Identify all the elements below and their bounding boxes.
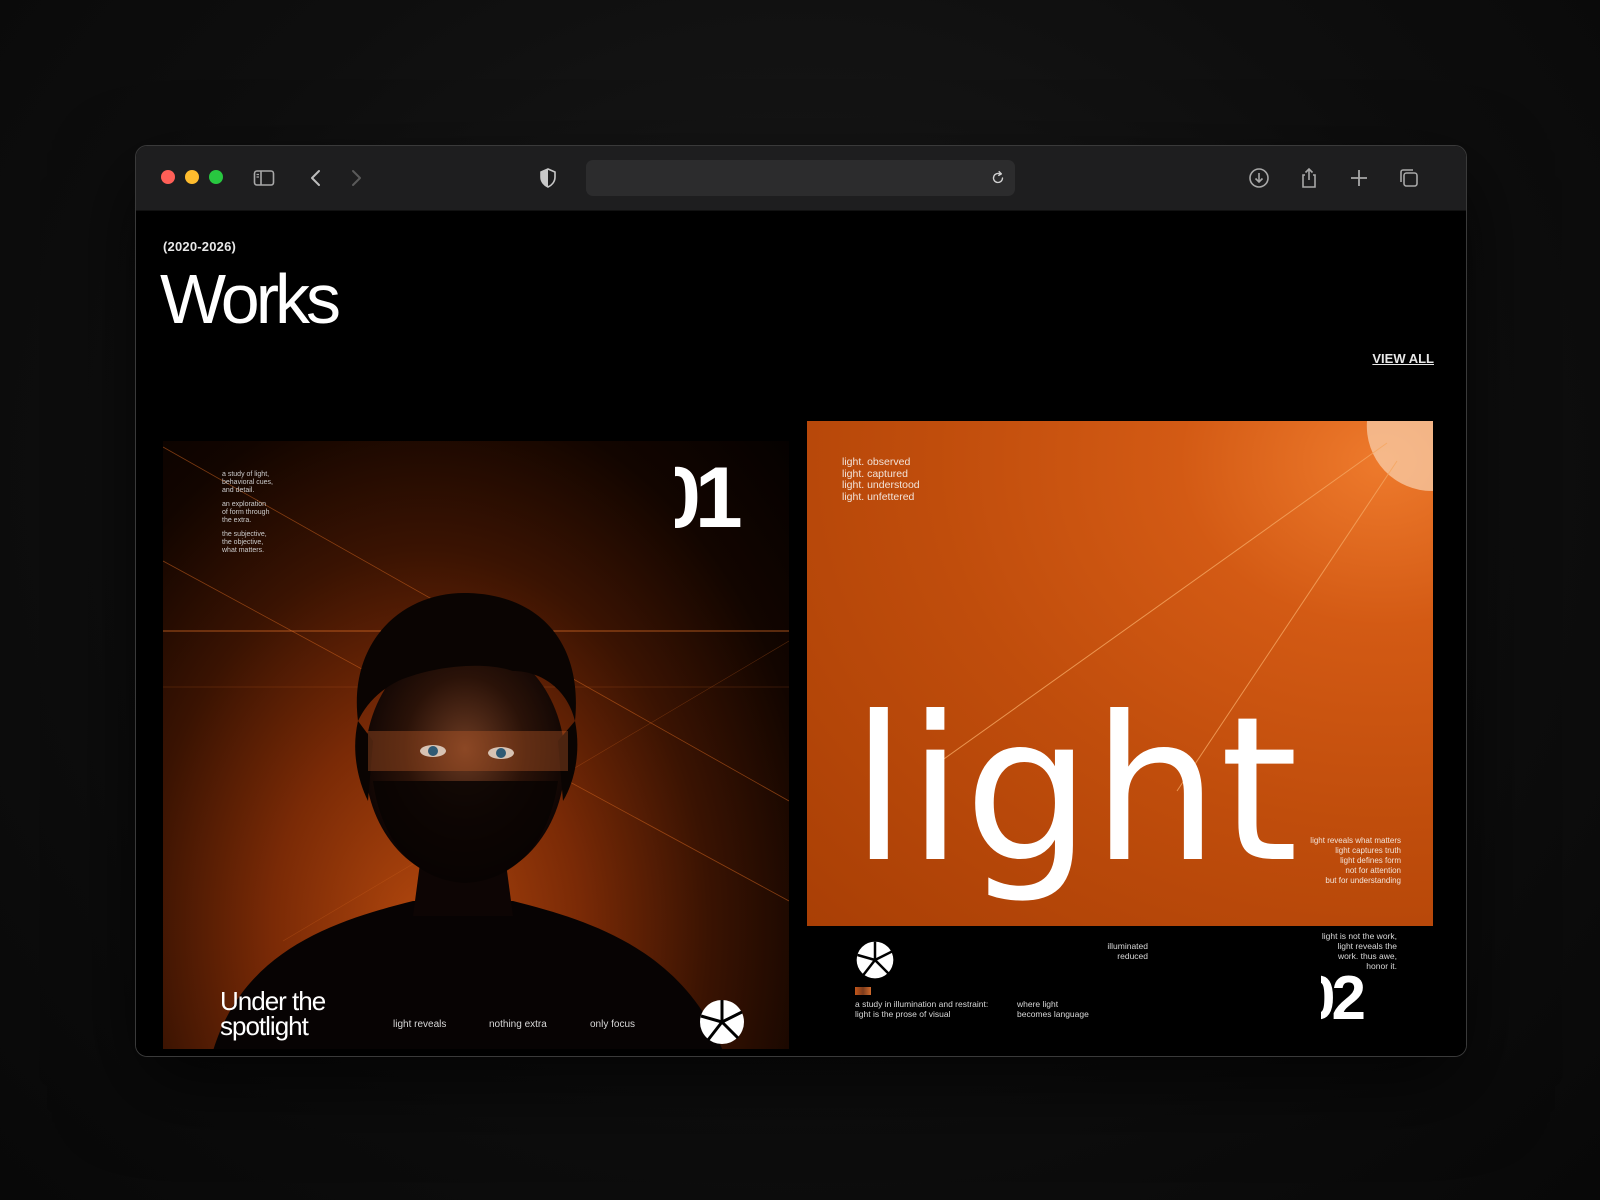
card1-number: 01: [675, 457, 775, 547]
maximize-window-button[interactable]: [209, 170, 223, 184]
card2-observed-text: light. observed light. captured light. u…: [842, 456, 920, 503]
aperture-logo-icon: [855, 940, 895, 980]
card2-number-text: 02: [1321, 973, 1366, 1033]
work-card-01[interactable]: a study of light, behavioral cues, and d…: [163, 441, 789, 1049]
back-icon[interactable]: [304, 166, 328, 190]
card2-reveals-text: light reveals what matters light capture…: [1310, 836, 1401, 885]
browser-toolbar: [136, 146, 1466, 211]
note-2: an exploration of form through the extra…: [222, 501, 270, 524]
card2-where-text: where light becomes language: [1017, 999, 1089, 1019]
card1-headline: Under the spotlight: [220, 986, 326, 1041]
portrait-image: [213, 592, 723, 1049]
address-bar[interactable]: [586, 160, 1015, 196]
work-card-02[interactable]: light. observed light. captured light. u…: [807, 421, 1433, 926]
forward-icon[interactable]: [344, 166, 368, 190]
note-1: a study of light, behavioral cues, and d…: [222, 471, 273, 494]
download-icon[interactable]: [1247, 166, 1271, 190]
card2-illuminated-text: illuminated reduced: [1107, 941, 1148, 961]
page-content: (2020-2026) Works VIEW ALL a study of li…: [136, 211, 1466, 1056]
share-icon[interactable]: [1297, 166, 1321, 190]
reload-icon[interactable]: [989, 169, 1007, 187]
shield-icon[interactable]: [536, 166, 560, 190]
card1-notes: a study of light, behavioral cues, and d…: [222, 471, 273, 561]
close-window-button[interactable]: [161, 170, 175, 184]
sidebar-icon[interactable]: [252, 166, 276, 190]
card2-footer: a study in illumination and restraint: l…: [807, 921, 1433, 1056]
note-3: the subjective, the objective, what matt…: [222, 531, 267, 554]
aperture-logo-icon: [698, 998, 746, 1046]
tabs-overview-icon[interactable]: [1397, 166, 1421, 190]
card2-not-work-text: light is not the work, light reveals the…: [1321, 931, 1397, 971]
card2-light-word: light: [851, 674, 1300, 907]
view-all-link[interactable]: VIEW ALL: [1372, 351, 1434, 366]
card1-tag-1: light reveals: [393, 1019, 447, 1030]
card2-study-text: a study in illumination and restraint: l…: [855, 999, 989, 1019]
new-tab-icon[interactable]: [1347, 166, 1371, 190]
card2-number: 02: [1321, 973, 1411, 1033]
card1-tag-2: nothing extra: [489, 1019, 547, 1030]
card1-tag-3: only focus: [590, 1019, 636, 1030]
browser-window: (2020-2026) Works VIEW ALL a study of li…: [135, 145, 1467, 1057]
card1-number-text: 01: [675, 457, 743, 546]
years-label: (2020-2026): [163, 239, 237, 254]
page-title: Works: [160, 260, 341, 338]
minimize-window-button[interactable]: [185, 170, 199, 184]
thumbnail-image: [855, 987, 871, 995]
